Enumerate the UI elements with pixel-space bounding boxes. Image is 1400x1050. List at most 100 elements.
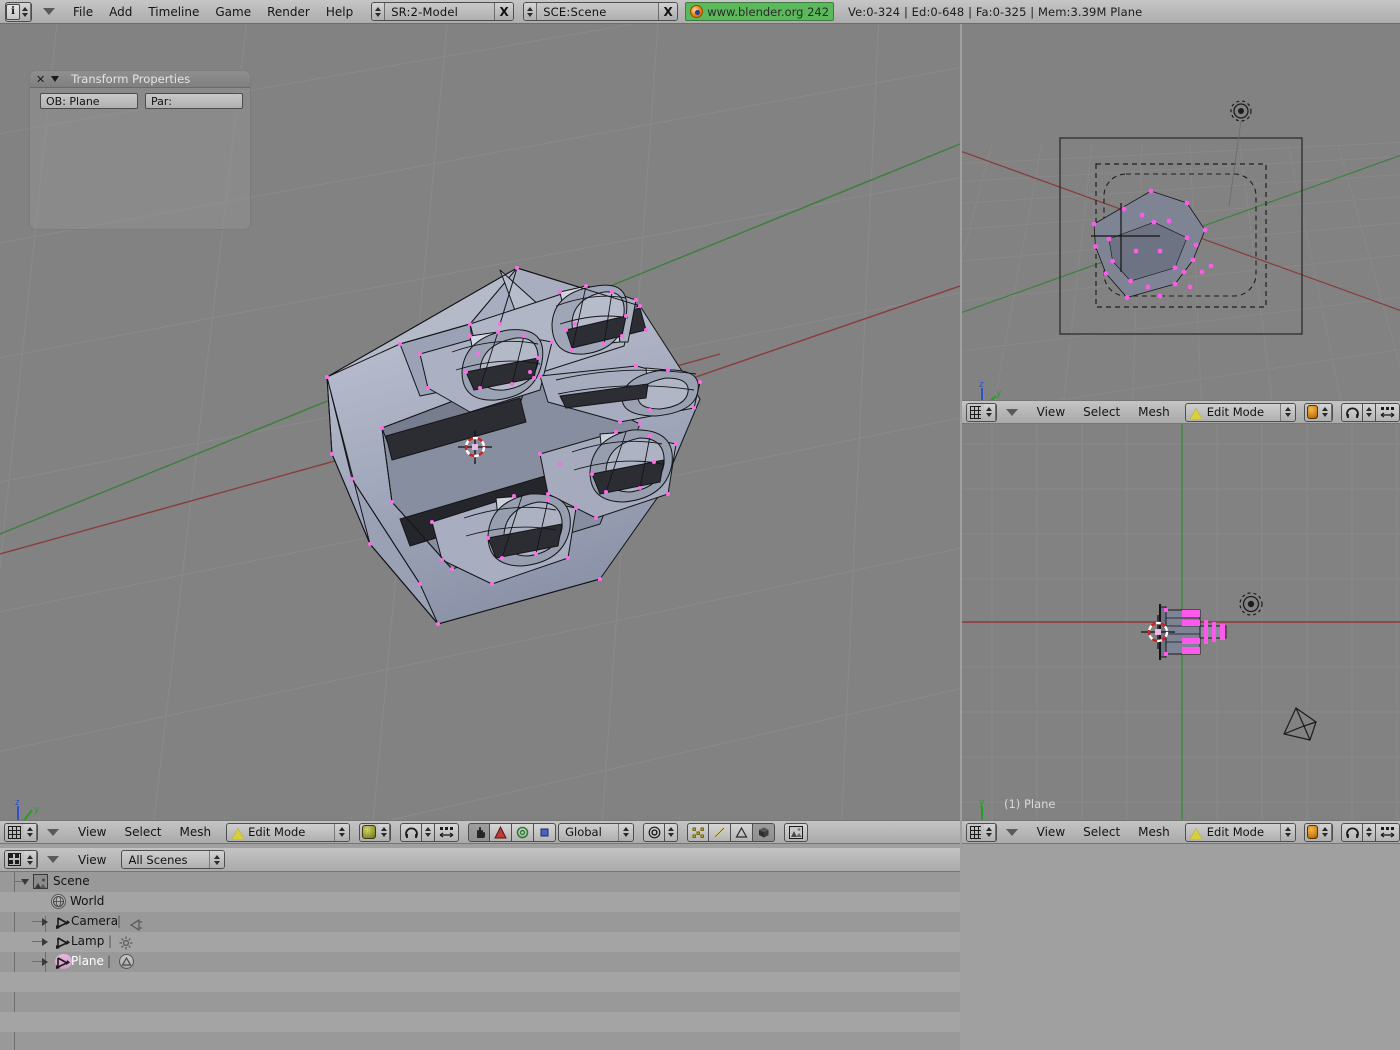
- edge-select-icon[interactable]: [709, 823, 731, 842]
- camera-view-canvas[interactable]: [962, 24, 1400, 400]
- menu-render[interactable]: Render: [259, 5, 318, 19]
- mode-selector-tr[interactable]: Edit Mode: [1185, 403, 1296, 422]
- draw-type-spinner-tr[interactable]: [1320, 404, 1332, 421]
- screen-selector[interactable]: SR:2-Model X: [371, 2, 514, 21]
- top-window-header: i File Add Timeline Game Render Help SR:…: [0, 0, 1400, 24]
- outliner-editor[interactable]: View All Scenes Scene World: [0, 848, 960, 1050]
- svg-text:y: y: [979, 798, 985, 808]
- mesh-data-icon[interactable]: [119, 954, 134, 969]
- screen-selector-spinner[interactable]: [372, 3, 385, 20]
- menu-file[interactable]: File: [65, 5, 101, 19]
- rotation-spinner-br[interactable]: [1363, 823, 1376, 842]
- vertex-select-icon[interactable]: [687, 823, 709, 842]
- snap-to-grid-icon-tr[interactable]: [1376, 403, 1400, 422]
- editor-type-spinner-tr[interactable]: [984, 404, 996, 421]
- transform-panel-header[interactable]: ✕ Transform Properties: [30, 71, 250, 88]
- outliner-label-camera[interactable]: Camera: [71, 914, 118, 928]
- pivot-spinner[interactable]: [665, 823, 678, 842]
- list-item[interactable]: World: [0, 892, 960, 912]
- parent-field[interactable]: Par:: [145, 93, 243, 109]
- draw-type-spinner-br[interactable]: [1320, 824, 1332, 841]
- menu-mesh[interactable]: Mesh: [171, 825, 221, 839]
- manipulator-scale-icon[interactable]: [534, 823, 556, 842]
- list-item[interactable]: Camera |: [0, 912, 960, 932]
- top-view-canvas[interactable]: [962, 424, 1400, 820]
- mode-spinner[interactable]: [334, 824, 349, 841]
- editor-type-button-outliner[interactable]: [4, 850, 38, 869]
- snap-to-grid-icon-br[interactable]: [1376, 823, 1400, 842]
- outliner-label-plane[interactable]: Plane: [71, 954, 104, 968]
- menu-mesh-br[interactable]: Mesh: [1129, 825, 1179, 839]
- view-rotation-icon-br[interactable]: [1341, 823, 1363, 842]
- window-type-spinner[interactable]: [20, 3, 31, 21]
- camera-3d-view[interactable]: z y x (1) Plane: [962, 24, 1400, 400]
- editor-type-button[interactable]: [4, 823, 38, 842]
- menu-timeline[interactable]: Timeline: [140, 5, 207, 19]
- face-select-icon[interactable]: [731, 823, 753, 842]
- scene-selector[interactable]: SCE:Scene X: [523, 2, 678, 21]
- outliner-scope-spinner[interactable]: [209, 851, 224, 868]
- draw-type-button[interactable]: [359, 823, 391, 842]
- panel-close-x[interactable]: ✕: [36, 73, 45, 86]
- menu-add[interactable]: Add: [101, 5, 140, 19]
- scene-delete-button[interactable]: X: [658, 3, 677, 20]
- outliner-tree[interactable]: Scene World Camera |: [0, 872, 960, 1050]
- menu-select-tr[interactable]: Select: [1074, 405, 1129, 419]
- outliner-label-scene[interactable]: Scene: [53, 874, 90, 888]
- occlude-geometry-icon[interactable]: [753, 823, 775, 842]
- rotation-spinner-tr[interactable]: [1363, 403, 1376, 422]
- menu-select[interactable]: Select: [115, 825, 170, 839]
- menu-game[interactable]: Game: [207, 5, 259, 19]
- editor-type-spinner[interactable]: [24, 824, 37, 841]
- header-collapse-triangle-tr[interactable]: [997, 409, 1028, 416]
- window-type-button[interactable]: i: [3, 2, 37, 22]
- manipulator-rotate-icon[interactable]: [512, 823, 534, 842]
- editor-type-spinner-outliner[interactable]: [24, 851, 37, 868]
- top-ortho-3d-view[interactable]: y x (1) Plane: [962, 424, 1400, 820]
- mode-spinner-br[interactable]: [1280, 824, 1295, 841]
- mode-selector[interactable]: Edit Mode: [226, 823, 350, 842]
- screen-selector-value[interactable]: SR:2-Model: [385, 3, 494, 20]
- pivot-median-point-icon[interactable]: [643, 823, 665, 842]
- orientation-spinner[interactable]: [618, 824, 633, 841]
- editor-type-button-tr[interactable]: [966, 403, 997, 422]
- render-window-icon[interactable]: [784, 823, 808, 842]
- rotation-spinner[interactable]: [422, 823, 435, 842]
- header-collapse-triangle-br[interactable]: [997, 829, 1028, 836]
- manipulator-translate-icon[interactable]: [490, 823, 512, 842]
- menu-mesh-tr[interactable]: Mesh: [1129, 405, 1179, 419]
- panel-collapse-triangle[interactable]: [51, 76, 59, 82]
- menu-select-br[interactable]: Select: [1074, 825, 1129, 839]
- snap-to-grid-icon[interactable]: [435, 823, 459, 842]
- menu-view-outliner[interactable]: View: [69, 853, 115, 867]
- manipulator-hand-icon[interactable]: [468, 823, 490, 842]
- menu-view[interactable]: View: [69, 825, 115, 839]
- scene-selector-spinner[interactable]: [524, 3, 537, 20]
- screen-delete-button[interactable]: X: [494, 3, 513, 20]
- menu-help[interactable]: Help: [318, 5, 361, 19]
- draw-type-button-tr[interactable]: [1304, 403, 1333, 422]
- draw-type-button-br[interactable]: [1304, 823, 1333, 842]
- menu-view-tr[interactable]: View: [1028, 405, 1074, 419]
- draw-type-spinner[interactable]: [378, 824, 390, 841]
- menu-view-br[interactable]: View: [1028, 825, 1074, 839]
- outliner-label-world[interactable]: World: [70, 894, 104, 908]
- transform-properties-panel[interactable]: ✕ Transform Properties OB: Plane Par:: [29, 70, 251, 230]
- view-rotation-icon[interactable]: [400, 823, 422, 842]
- outliner-scope-selector[interactable]: All Scenes: [121, 850, 225, 869]
- editor-type-spinner-br[interactable]: [984, 824, 996, 841]
- outliner-label-lamp[interactable]: Lamp: [71, 934, 104, 948]
- list-item[interactable]: Plane |: [0, 952, 960, 972]
- header-collapse-triangle-outliner[interactable]: [38, 856, 69, 863]
- header-collapse-triangle[interactable]: [38, 829, 69, 836]
- menu-collapse-triangle[interactable]: [37, 8, 65, 15]
- scene-selector-value[interactable]: SCE:Scene: [537, 3, 658, 20]
- list-item[interactable]: Lamp |: [0, 932, 960, 952]
- editor-type-button-br[interactable]: [966, 823, 997, 842]
- transform-orientation-selector[interactable]: Global: [558, 823, 634, 842]
- list-item[interactable]: Scene: [0, 872, 960, 892]
- view-rotation-icon-tr[interactable]: [1341, 403, 1363, 422]
- object-name-field[interactable]: OB: Plane: [40, 93, 138, 109]
- mode-selector-br[interactable]: Edit Mode: [1185, 823, 1296, 842]
- mode-spinner-tr[interactable]: [1280, 404, 1295, 421]
